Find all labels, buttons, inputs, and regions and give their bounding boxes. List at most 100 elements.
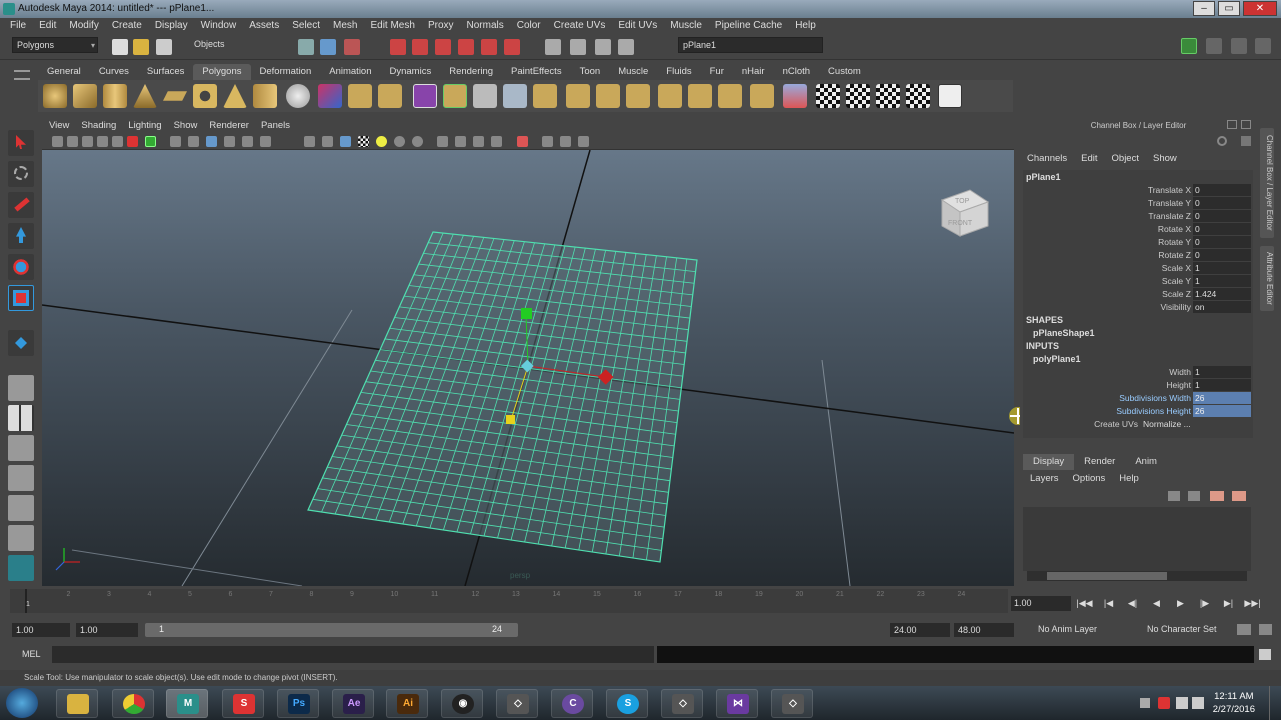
- show-modeling-toolkit-icon[interactable]: [1181, 38, 1197, 54]
- paint-select-tool-icon[interactable]: [8, 192, 34, 218]
- viewport-menu-show[interactable]: Show: [174, 118, 198, 133]
- render-frame-icon[interactable]: [545, 39, 561, 55]
- uv-checker-icon[interactable]: [816, 84, 840, 108]
- attr-value[interactable]: 0: [1193, 184, 1251, 196]
- show-attribute-editor-icon[interactable]: [1206, 38, 1222, 54]
- attr-row[interactable]: Rotate Z0: [1023, 249, 1253, 262]
- bookmarks-icon[interactable]: [82, 136, 93, 147]
- persp-hypershade-layout-icon[interactable]: [8, 495, 34, 521]
- mel-command-input[interactable]: [52, 646, 654, 663]
- move-layer-down-icon[interactable]: [1188, 491, 1200, 501]
- cb-menu-channels[interactable]: Channels: [1027, 153, 1067, 164]
- attr-row[interactable]: Translate Y0: [1023, 197, 1253, 210]
- anim-layer-dropdown[interactable]: No Anim Layer: [1038, 624, 1097, 634]
- animation-preferences-icon[interactable]: [1259, 624, 1272, 635]
- attr-value[interactable]: on: [1193, 301, 1251, 313]
- taskbar-sketchup-2[interactable]: ◇: [661, 689, 703, 718]
- le-menu-options[interactable]: Options: [1073, 473, 1106, 484]
- safe-title-icon[interactable]: [260, 136, 271, 147]
- mel-label[interactable]: MEL: [22, 649, 41, 659]
- offset-edge-loop-icon[interactable]: [596, 84, 620, 108]
- poly-soccer-ball-icon[interactable]: [286, 84, 310, 108]
- tab-display[interactable]: Display: [1023, 454, 1075, 470]
- layer-list-scrollbar[interactable]: [1027, 571, 1247, 581]
- hypershade-icon[interactable]: [618, 39, 634, 55]
- attr-value[interactable]: 0: [1193, 210, 1251, 222]
- move-tool-icon[interactable]: [8, 223, 34, 249]
- depth-of-field-icon[interactable]: [491, 136, 502, 147]
- taskbar-visual-studio[interactable]: ⋈: [716, 689, 758, 718]
- taskbar-explorer[interactable]: [56, 689, 98, 718]
- menu-display[interactable]: Display: [155, 18, 188, 34]
- single-perspective-layout-icon[interactable]: [8, 375, 34, 401]
- input-attr-value[interactable]: 1: [1193, 379, 1251, 391]
- taskbar-skype[interactable]: S: [606, 689, 648, 718]
- close-panel-icon[interactable]: [1241, 120, 1251, 129]
- script-editor-icon[interactable]: [1259, 649, 1271, 660]
- shelf-tab-animation[interactable]: Animation: [320, 64, 380, 80]
- poly-torus-icon[interactable]: [193, 84, 217, 108]
- shelf-tab-surfaces[interactable]: Surfaces: [138, 64, 194, 80]
- float-panel-icon[interactable]: [1227, 120, 1237, 129]
- scale-z-handle[interactable]: [506, 415, 515, 424]
- combine-icon[interactable]: [318, 84, 342, 108]
- animation-end-field[interactable]: 48.00: [954, 623, 1014, 637]
- menu-color[interactable]: Color: [517, 18, 541, 34]
- menu-mesh[interactable]: Mesh: [333, 18, 357, 34]
- input-attr-value[interactable]: Normalize ...: [1141, 418, 1251, 430]
- start-button[interactable]: [6, 688, 38, 718]
- mirror-icon[interactable]: [750, 84, 774, 108]
- input-attr-row[interactable]: Subdivisions Height 26: [1023, 405, 1253, 418]
- open-scene-icon[interactable]: [133, 39, 149, 55]
- poly-cylinder-icon[interactable]: [103, 84, 127, 108]
- scrollbar-thumb[interactable]: [1047, 572, 1167, 580]
- image-plane-icon[interactable]: [97, 136, 108, 147]
- append-polygon-icon[interactable]: [503, 84, 527, 108]
- tray-up-arrow-icon[interactable]: [1140, 698, 1150, 708]
- shelf-tab-muscle[interactable]: Muscle: [609, 64, 657, 80]
- select-object-icon[interactable]: [320, 39, 336, 55]
- four-view-layout-icon[interactable]: [8, 405, 34, 431]
- input-attr-value[interactable]: 26: [1193, 405, 1251, 417]
- shelf-tab-ncloth[interactable]: nCloth: [774, 64, 819, 80]
- 2d-pan-zoom-icon[interactable]: [112, 136, 123, 147]
- minimize-button[interactable]: –: [1193, 1, 1215, 16]
- use-default-lighting-icon[interactable]: [376, 136, 387, 147]
- input-attr-row[interactable]: Subdivisions Width 26: [1023, 392, 1253, 405]
- outliner-layout-icon[interactable]: [8, 525, 34, 551]
- field-chart-icon[interactable]: [224, 136, 235, 147]
- name-field[interactable]: pPlane1: [678, 37, 823, 53]
- gate-mask-icon[interactable]: [206, 136, 217, 147]
- taskbar-s-app[interactable]: S: [222, 689, 264, 718]
- network-icon[interactable]: [1176, 697, 1188, 709]
- auto-key-icon[interactable]: [1237, 624, 1251, 635]
- menu-muscle[interactable]: Muscle: [670, 18, 702, 34]
- viewcube[interactable]: TOP FRONT: [940, 189, 990, 237]
- history-icon[interactable]: [504, 39, 520, 55]
- multisample-aa-icon[interactable]: [473, 136, 484, 147]
- shelf-tab-rendering[interactable]: Rendering: [440, 64, 502, 80]
- cylindrical-mapping-icon[interactable]: [846, 84, 870, 108]
- lasso-tool-icon[interactable]: [8, 161, 34, 187]
- attr-value[interactable]: 0: [1193, 249, 1251, 261]
- select-tool-icon[interactable]: [8, 130, 34, 156]
- menu-file[interactable]: File: [10, 18, 26, 34]
- smooth-shade-all-icon[interactable]: [322, 136, 333, 147]
- perspective-viewport[interactable]: View Shading Lighting Show Renderer Pane…: [42, 118, 1014, 586]
- taskbar-after-effects[interactable]: Ae: [332, 689, 374, 718]
- attr-row[interactable]: Translate X0: [1023, 184, 1253, 197]
- attr-row[interactable]: Visibility on: [1023, 301, 1253, 314]
- cb-menu-edit[interactable]: Edit: [1081, 153, 1097, 164]
- input-node-name[interactable]: polyPlane1: [1033, 354, 1081, 364]
- input-attr-value[interactable]: 26: [1193, 392, 1251, 404]
- poly-plane-icon[interactable]: [163, 91, 187, 101]
- play-backwards-icon[interactable]: ◀: [1148, 596, 1165, 611]
- extrude-icon[interactable]: [443, 84, 467, 108]
- shelf-menu-icon[interactable]: [14, 70, 30, 80]
- shape-node-name[interactable]: pPlaneShape1: [1033, 328, 1095, 338]
- menuset-dropdown[interactable]: Polygons ▾: [12, 37, 98, 53]
- viewport-menu-lighting[interactable]: Lighting: [128, 118, 161, 133]
- wedge-icon[interactable]: [718, 84, 742, 108]
- menu-edit[interactable]: Edit: [39, 18, 56, 34]
- tab-anim[interactable]: Anim: [1125, 454, 1167, 470]
